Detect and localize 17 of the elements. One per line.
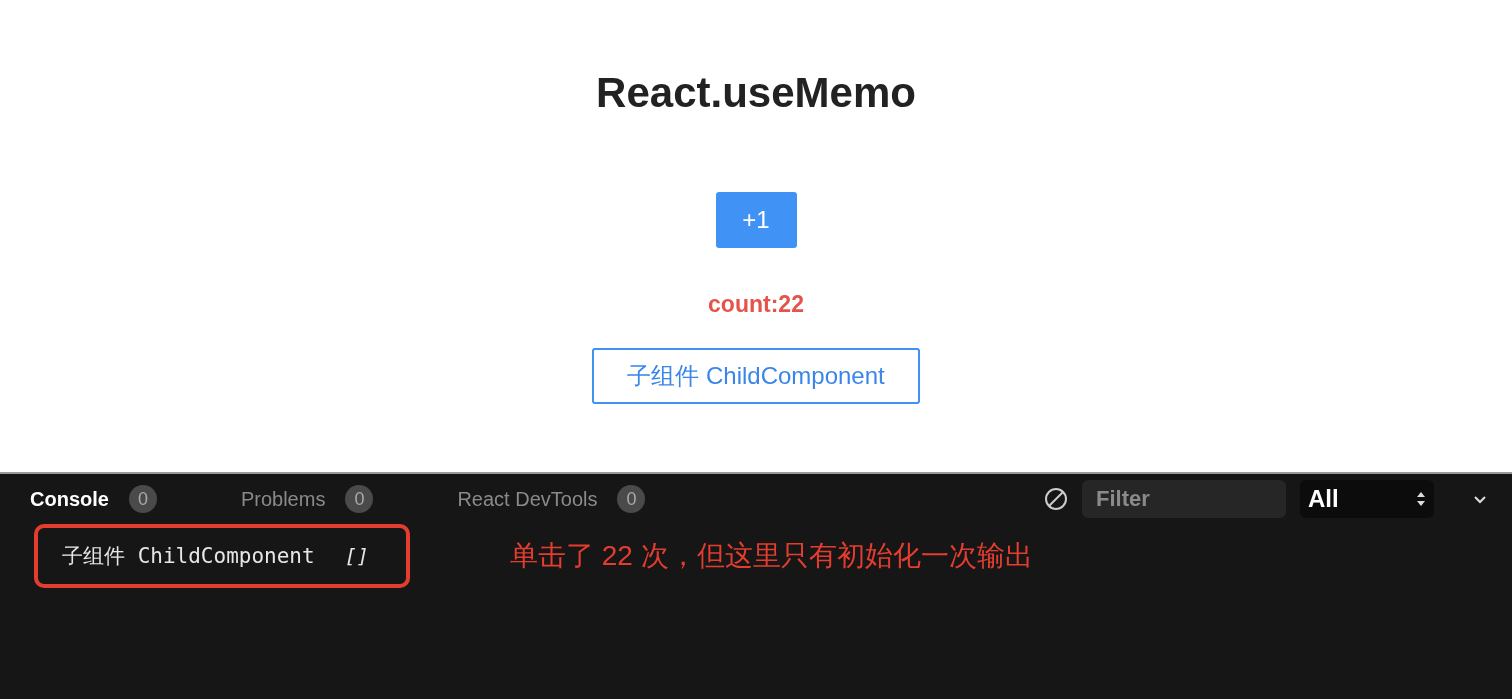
console-tab[interactable]: React DevTools	[457, 487, 598, 511]
page-title: React.useMemo	[596, 68, 916, 118]
console-tab[interactable]: Console	[30, 487, 109, 511]
filter-field[interactable]: Filter	[1082, 480, 1286, 518]
level-select[interactable]: All	[1300, 480, 1434, 518]
count-badge: 0	[617, 485, 646, 513]
annotation-text: 单击了 22 次，但这里只有初始化一次输出	[510, 539, 1033, 573]
increment-button[interactable]: +1	[715, 192, 797, 248]
count-badge: 0	[128, 485, 157, 513]
count-badge: 0	[345, 485, 374, 513]
clear-icon[interactable]	[1044, 487, 1068, 511]
log-value: []	[344, 544, 369, 568]
sort-arrows-icon	[1416, 491, 1426, 507]
log-message: 子组件 ChildComponent	[62, 543, 315, 570]
child-component-button[interactable]: 子组件 ChildComponent	[592, 348, 920, 404]
count-text: count:22	[708, 290, 804, 318]
console-tab[interactable]: Problems	[240, 487, 326, 511]
